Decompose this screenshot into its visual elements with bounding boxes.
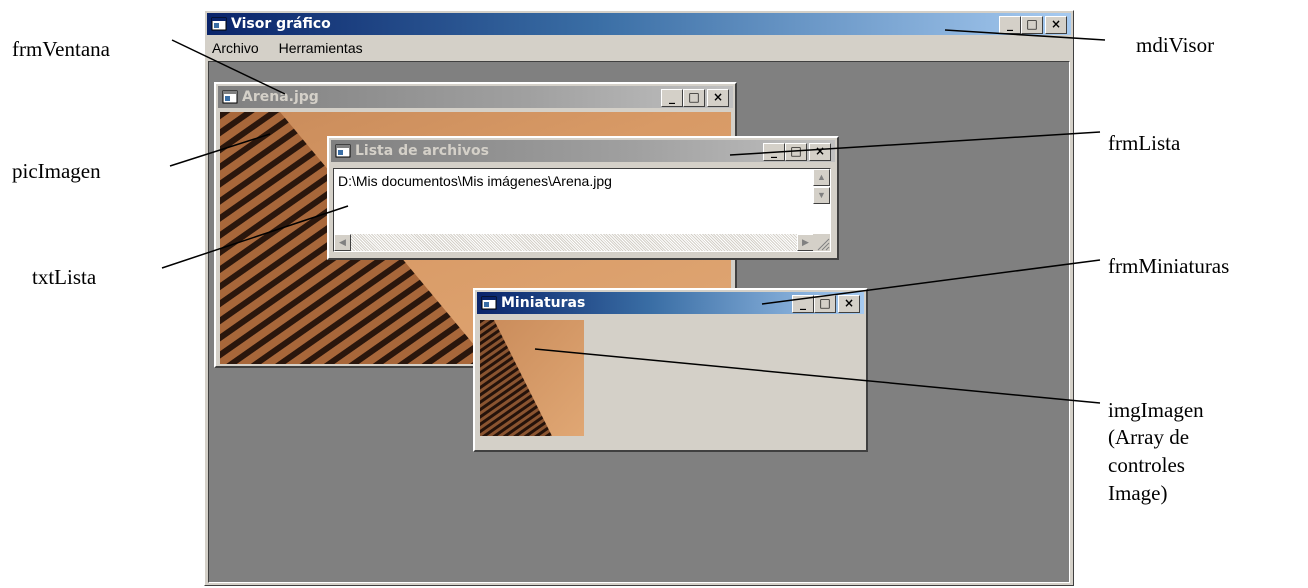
window-icon xyxy=(481,296,497,310)
callout-picImagen: picImagen xyxy=(12,159,101,183)
callout-frmVentana: frmVentana xyxy=(12,37,110,61)
txt-lista[interactable]: D:\Mis documentos\Mis imágenes\Arena.jpg… xyxy=(333,168,831,252)
size-grip-icon[interactable] xyxy=(813,234,830,251)
scroll-right-button[interactable]: ▶ xyxy=(797,234,814,251)
close-icon: × xyxy=(814,144,826,158)
maximize-icon: □ xyxy=(1026,17,1038,31)
frm-miniaturas-window: Miniaturas _ □ × xyxy=(473,288,868,452)
close-button[interactable]: × xyxy=(838,295,860,313)
callout-imgImagen-line2: (Array de xyxy=(1108,425,1190,449)
minimize-button[interactable]: _ xyxy=(792,295,814,313)
mdi-title-bar[interactable]: Visor gráfico _ □ × xyxy=(207,13,1071,35)
close-button[interactable]: × xyxy=(1045,16,1067,34)
txt-lista-content: D:\Mis documentos\Mis imágenes\Arena.jpg xyxy=(338,173,612,189)
maximize-icon: □ xyxy=(790,144,802,158)
frm-ventana-title-bar[interactable]: Arena.jpg _ □ × xyxy=(218,86,733,108)
maximize-button[interactable]: □ xyxy=(785,143,807,161)
callout-imgImagen-line3: controles xyxy=(1108,453,1185,477)
maximize-icon: □ xyxy=(688,90,700,104)
minimize-icon: _ xyxy=(1007,17,1013,31)
close-button[interactable]: × xyxy=(707,89,729,107)
scroll-up-button[interactable]: ▲ xyxy=(813,169,830,186)
frm-lista-window: Lista de archivos _ □ × D:\Mis documento… xyxy=(327,136,839,260)
maximize-button[interactable]: □ xyxy=(814,295,836,313)
callout-imgImagen: imgImagen xyxy=(1108,398,1204,422)
window-icon xyxy=(335,144,351,158)
callout-frmMiniaturas: frmMiniaturas xyxy=(1108,254,1230,278)
menu-herramientas[interactable]: Herramientas xyxy=(279,40,363,56)
close-icon: × xyxy=(712,90,724,104)
minimize-icon: _ xyxy=(800,296,806,310)
scroll-down-button[interactable]: ▼ xyxy=(813,187,830,204)
mdi-title: Visor gráfico xyxy=(231,16,331,32)
close-button[interactable]: × xyxy=(809,143,831,161)
minimize-button[interactable]: _ xyxy=(763,143,785,161)
frm-miniaturas-title: Miniaturas xyxy=(501,295,586,311)
callout-frmLista: frmLista xyxy=(1108,131,1181,155)
frm-miniaturas-title-bar[interactable]: Miniaturas _ □ × xyxy=(477,292,864,314)
app-icon xyxy=(211,17,227,31)
close-icon: × xyxy=(1050,17,1062,31)
callout-txtLista: txtLista xyxy=(32,265,97,289)
minimize-icon: _ xyxy=(771,144,777,158)
horizontal-scrollbar[interactable] xyxy=(334,234,814,251)
maximize-icon: □ xyxy=(819,296,831,310)
img-imagen-thumbnail[interactable] xyxy=(480,320,584,436)
menu-bar: Archivo Herramientas xyxy=(208,37,375,59)
frm-lista-title-bar[interactable]: Lista de archivos _ □ × xyxy=(331,140,835,162)
scroll-left-button[interactable]: ◀ xyxy=(334,234,351,251)
callout-mdiVisor: mdiVisor xyxy=(1136,33,1215,57)
frm-ventana-title: Arena.jpg xyxy=(242,89,319,105)
minimize-icon: _ xyxy=(669,90,675,104)
close-icon: × xyxy=(843,296,855,310)
window-icon xyxy=(222,90,238,104)
callout-imgImagen-line4: Image) xyxy=(1108,481,1168,505)
minimize-button[interactable]: _ xyxy=(999,16,1021,34)
menu-archivo[interactable]: Archivo xyxy=(212,40,259,56)
minimize-button[interactable]: _ xyxy=(661,89,683,107)
maximize-button[interactable]: □ xyxy=(1021,16,1043,34)
frm-lista-title: Lista de archivos xyxy=(355,143,489,159)
maximize-button[interactable]: □ xyxy=(683,89,705,107)
